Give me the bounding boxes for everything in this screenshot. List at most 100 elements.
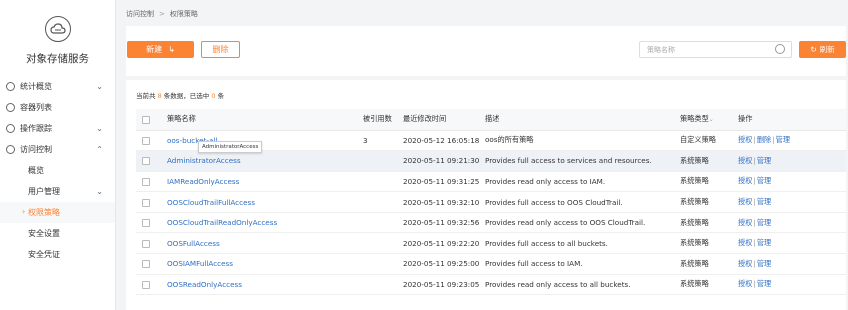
- action-link[interactable]: 管理: [757, 176, 771, 185]
- action-link[interactable]: 管理: [757, 156, 771, 165]
- brand: 对象存储服务: [0, 0, 115, 76]
- sidebar-subitem-label: 安全设置: [28, 229, 60, 238]
- policy-type: 系统策略: [680, 279, 709, 289]
- new-button[interactable]: 新建 ↳: [127, 41, 194, 58]
- row-checkbox[interactable]: [142, 157, 150, 166]
- table-header-row: 策略名称 被引用数 最近修改时间 描述 策略类型⌄ 操作: [136, 109, 846, 131]
- action-link[interactable]: 授权: [738, 279, 752, 288]
- refresh-button[interactable]: ↻ 刷新: [799, 41, 846, 58]
- table-row: OOSIAMFullAccess 2020-05-11 09:25:00 Provi…: [136, 253, 846, 275]
- active-indicator-icon: ›: [22, 207, 26, 216]
- policy-name-link[interactable]: OOSCloudTrailFullAccess: [167, 198, 255, 207]
- table-row: IAMReadOnlyAccess 2020-05-11 09:31:25 Prov…: [136, 171, 846, 193]
- sidebar-nav: 统计概览 ⌄ 容器列表 操作跟踪 ⌄ 访问控制 ⌃ 概览 用户管理 ⌄ › 权限策略 安全设置 安全凭证: [0, 76, 115, 265]
- breadcrumb-current: 权限策略: [169, 10, 198, 18]
- action-link[interactable]: 授权: [738, 238, 752, 247]
- modified-time: 2020-05-11 09:32:56: [403, 218, 480, 228]
- row-checkbox[interactable]: [142, 280, 150, 289]
- summary-selected: 0: [211, 92, 216, 100]
- row-checkbox[interactable]: [142, 136, 150, 145]
- bucket-icon: [6, 103, 15, 112]
- modified-time: 2020-05-11 09:31:25: [403, 176, 480, 186]
- row-checkbox[interactable]: [142, 239, 150, 248]
- row-checkbox[interactable]: [142, 219, 150, 228]
- action-link[interactable]: 管理: [776, 135, 790, 144]
- action-link[interactable]: 管理: [757, 279, 771, 288]
- action-link[interactable]: 授权: [738, 259, 752, 268]
- policy-name-link[interactable]: OOSIAMFullAccess: [167, 259, 233, 268]
- sidebar-subitem-2[interactable]: › 权限策略: [0, 202, 115, 223]
- ref-count: 3: [363, 135, 368, 145]
- search-icon[interactable]: [775, 44, 785, 54]
- policy-type: 系统策略: [680, 176, 709, 186]
- action-link[interactable]: 授权: [738, 218, 752, 227]
- description: Provides read only access to all buckets…: [485, 279, 631, 289]
- sidebar-item-2[interactable]: 操作跟踪 ⌄: [0, 118, 115, 139]
- action-link[interactable]: 授权: [738, 197, 752, 206]
- description: Provides read only access to IAM.: [485, 176, 606, 186]
- action-link[interactable]: 授权: [738, 176, 752, 185]
- row-checkbox[interactable]: [142, 177, 150, 186]
- sidebar-subitem-4[interactable]: 安全凭证: [0, 244, 115, 265]
- sidebar-subitem-1[interactable]: 用户管理 ⌄: [0, 181, 115, 202]
- sidebar-item-label: 访问控制: [20, 145, 52, 154]
- policy-name-link[interactable]: AdministratorAccess: [167, 156, 241, 165]
- action-link[interactable]: 管理: [757, 197, 771, 206]
- app-title: 对象存储服务: [26, 53, 89, 65]
- search-input[interactable]: [639, 41, 792, 58]
- policy-name-link[interactable]: IAMReadOnlyAccess: [167, 177, 239, 186]
- filter-caret-icon[interactable]: ⌄: [709, 116, 714, 123]
- sidebar-item-label: 操作跟踪: [20, 124, 52, 133]
- breadcrumb-parent[interactable]: 访问控制: [126, 10, 154, 18]
- header-actions: 操作: [738, 109, 846, 131]
- summary-total: 8: [157, 92, 162, 100]
- chevron-down-icon: ⌄: [96, 82, 103, 91]
- policy-type: 系统策略: [680, 217, 709, 227]
- chevron-down-icon: ⌄: [96, 187, 103, 196]
- sidebar-subitem-3[interactable]: 安全设置: [0, 223, 115, 244]
- policy-name-link[interactable]: OOSReadOnlyAccess: [167, 280, 242, 289]
- table-row: OOSReadOnlyAccess 2020-05-11 09:23:05 Prov…: [136, 274, 846, 296]
- policy-type: 系统策略: [680, 238, 709, 248]
- action-separator: |: [772, 135, 775, 145]
- table-panel: 当前共 8 条数据，已选中 0 条 策略名称 被引用数 最近修改时间 描述 策略…: [126, 80, 846, 310]
- description: Provides full access to services and res…: [485, 156, 652, 166]
- header-policy-type[interactable]: 策略类型⌄: [680, 109, 738, 131]
- action-link[interactable]: 授权: [738, 135, 752, 144]
- description: oos的所有策略: [485, 135, 534, 145]
- select-all-checkbox[interactable]: [142, 115, 150, 124]
- action-link[interactable]: 删除: [757, 135, 771, 144]
- sidebar-item-0[interactable]: 统计概览 ⌄: [0, 76, 115, 97]
- policy-type: 系统策略: [680, 197, 709, 207]
- policy-name-link[interactable]: OOSFullAccess: [167, 239, 220, 248]
- action-link[interactable]: 管理: [757, 238, 771, 247]
- sidebar-item-label: 容器列表: [20, 103, 52, 112]
- description: Provides full access to IAM.: [485, 259, 583, 269]
- row-checkbox[interactable]: [142, 198, 150, 207]
- modified-time: 2020-05-12 16:05:18: [403, 135, 480, 145]
- policy-name-link[interactable]: OOSCloudTrailReadOnlyAccess: [167, 218, 277, 227]
- row-checkbox[interactable]: [142, 260, 150, 269]
- delete-button-label: 删除: [212, 45, 229, 54]
- delete-button[interactable]: 删除: [201, 41, 240, 58]
- sidebar-subitem-label: 安全凭证: [28, 250, 60, 259]
- action-separator: |: [753, 197, 756, 207]
- table-row: OOSCloudTrailFullAccess 2020-05-11 09:32:…: [136, 191, 846, 213]
- action-separator: |: [753, 279, 756, 289]
- policy-type: 系统策略: [680, 258, 709, 268]
- refresh-icon: ↻: [810, 45, 817, 54]
- summary-prefix: 当前共: [136, 92, 156, 100]
- refresh-button-label: 刷新: [819, 45, 835, 54]
- sidebar-subitem-0[interactable]: 概览: [0, 160, 115, 181]
- action-link[interactable]: 授权: [738, 156, 752, 165]
- policy-table: 策略名称 被引用数 最近修改时间 描述 策略类型⌄ 操作 oos-bucket-…: [136, 109, 846, 296]
- action-link[interactable]: 管理: [757, 259, 771, 268]
- record-summary: 当前共 8 条数据，已选中 0 条: [136, 90, 224, 100]
- summary-middle: 条数据，已选中: [163, 92, 210, 100]
- action-link[interactable]: 管理: [757, 218, 771, 227]
- new-button-label: 新建: [146, 45, 163, 54]
- sidebar-item-1[interactable]: 容器列表: [0, 97, 115, 118]
- sidebar-item-3[interactable]: 访问控制 ⌃: [0, 139, 115, 160]
- policy-type: 系统策略: [680, 155, 709, 165]
- sidebar: 对象存储服务 统计概览 ⌄ 容器列表 操作跟踪 ⌄ 访问控制 ⌃ 概览 用户管理 ⌄ › 权限策略 安全…: [0, 0, 116, 310]
